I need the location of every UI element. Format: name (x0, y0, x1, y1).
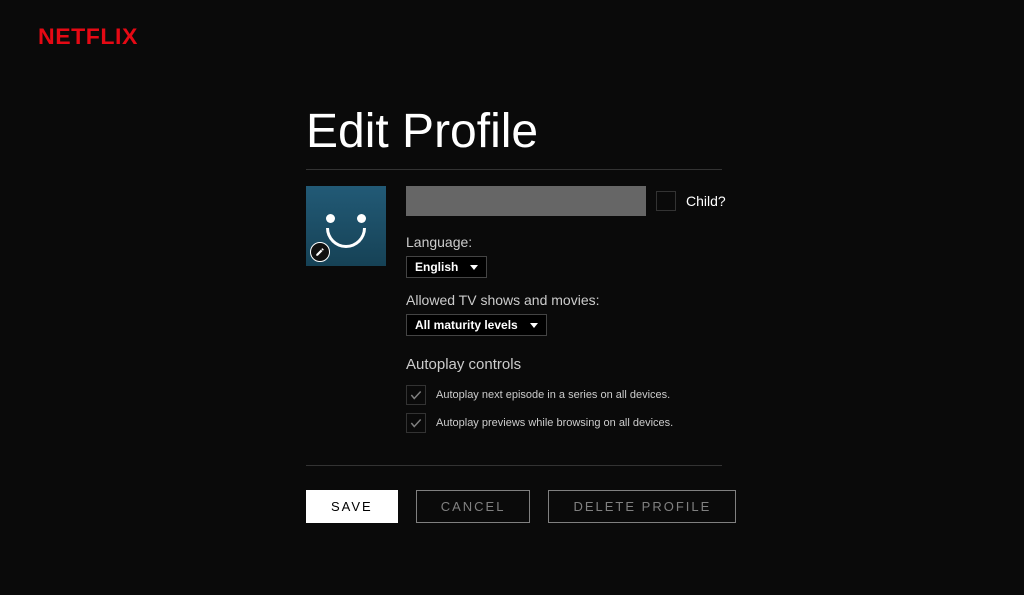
maturity-selected: All maturity levels (415, 318, 518, 332)
check-icon (409, 416, 423, 430)
language-dropdown[interactable]: English (406, 256, 487, 278)
avatar (306, 186, 386, 266)
delete-profile-button[interactable]: DELETE PROFILE (548, 490, 736, 523)
profile-name-input[interactable] (406, 186, 646, 216)
autoplay-previews-checkbox[interactable] (406, 413, 426, 433)
netflix-logo[interactable]: NETFLIX (38, 24, 1024, 50)
language-selected: English (415, 260, 458, 274)
save-button[interactable]: SAVE (306, 490, 398, 523)
autoplay-previews-label: Autoplay previews while browsing on all … (436, 417, 673, 429)
maturity-dropdown[interactable]: All maturity levels (406, 314, 547, 336)
autoplay-header: Autoplay controls (406, 356, 1024, 373)
chevron-down-icon (530, 323, 538, 328)
edit-avatar-button[interactable] (310, 242, 330, 262)
cancel-button[interactable]: CANCEL (416, 490, 531, 523)
pencil-icon (315, 247, 325, 257)
language-label: Language: (406, 234, 1024, 250)
autoplay-next-episode-checkbox[interactable] (406, 385, 426, 405)
check-icon (409, 388, 423, 402)
maturity-label: Allowed TV shows and movies: (406, 292, 1024, 308)
child-label: Child? (686, 193, 726, 209)
page-title: Edit Profile (306, 104, 722, 170)
autoplay-next-episode-label: Autoplay next episode in a series on all… (436, 389, 670, 401)
chevron-down-icon (470, 265, 478, 270)
divider (306, 465, 722, 466)
child-checkbox[interactable] (656, 191, 676, 211)
